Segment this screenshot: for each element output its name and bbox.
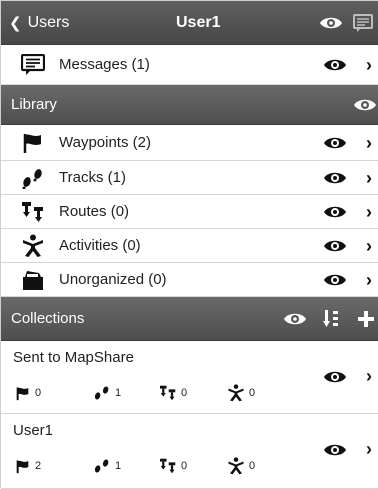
collections-header: Collections [1,297,378,341]
eye-icon[interactable] [323,272,347,288]
user-panel: ❮ Users User1 Messages (1) › Library Way… [0,0,378,489]
flag-icon [15,459,31,474]
eye-icon[interactable] [323,135,347,151]
chevron-right-icon[interactable]: › [366,439,372,460]
route-pin-icon [21,201,45,225]
flag-icon [21,132,45,156]
folder-icon [21,268,45,292]
eye-icon[interactable] [283,311,307,327]
library-item-tracks[interactable]: Tracks (1) › [1,161,378,195]
library-item-label: Waypoints (2) [59,134,151,151]
route-pin-icon [159,385,177,401]
collection-tracks-count: 1 [93,457,121,475]
flag-icon [15,386,31,401]
chevron-right-icon[interactable]: › [366,168,372,189]
person-activity-icon [227,457,245,475]
header-bar: ❮ Users User1 [1,1,378,45]
footprints-icon [93,458,111,474]
collection-routes-count: 0 [159,384,187,402]
chevron-right-icon[interactable]: › [366,366,372,387]
person-activity-icon [227,384,245,402]
eye-icon[interactable] [323,57,347,73]
add-icon[interactable] [357,310,375,328]
eye-icon[interactable] [319,15,343,31]
library-title: Library [11,96,57,113]
page-title: User1 [176,14,221,31]
messages-label: Messages (1) [59,56,150,73]
library-item-waypoints[interactable]: Waypoints (2) › [1,125,378,161]
library-item-activities[interactable]: Activities (0) › [1,229,378,263]
collection-name: User1 [13,422,54,439]
collection-waypoints-count: 0 [15,384,41,402]
route-pin-icon [159,458,177,474]
chevron-right-icon[interactable]: › [366,270,372,291]
collection-waypoints-count: 2 [15,457,41,475]
library-item-label: Unorganized (0) [59,271,167,288]
chevron-right-icon[interactable]: › [366,236,372,257]
chevron-right-icon[interactable]: › [366,133,372,154]
collection-routes-count: 0 [159,457,187,475]
message-icon[interactable] [353,14,373,33]
sort-icon[interactable] [323,309,339,329]
collection-item-user1[interactable]: User1 2 1 0 0 › [1,414,378,489]
collection-item-sent-to-mapshare[interactable]: Sent to MapShare 0 1 0 0 › [1,341,378,414]
chevron-right-icon[interactable]: › [366,55,372,76]
message-icon [21,54,45,78]
back-button[interactable]: ❮ Users [9,1,69,45]
footprints-icon [93,385,111,401]
library-header: Library [1,85,378,125]
eye-icon[interactable] [323,442,347,458]
eye-icon[interactable] [353,97,377,113]
eye-icon[interactable] [323,238,347,254]
collection-activities-count: 0 [227,384,255,402]
chevron-left-icon: ❮ [9,15,22,32]
collection-name: Sent to MapShare [13,349,134,366]
collection-tracks-count: 1 [93,384,121,402]
library-item-routes[interactable]: Routes (0) › [1,195,378,229]
eye-icon[interactable] [323,204,347,220]
eye-icon[interactable] [323,369,347,385]
library-item-label: Activities (0) [59,237,141,254]
library-item-label: Tracks (1) [59,169,126,186]
chevron-right-icon[interactable]: › [366,202,372,223]
person-activity-icon [21,234,45,258]
eye-icon[interactable] [323,170,347,186]
collection-activities-count: 0 [227,457,255,475]
library-item-unorganized[interactable]: Unorganized (0) › [1,263,378,297]
footprints-icon [21,167,45,191]
back-label: Users [27,14,70,31]
collections-title: Collections [11,310,85,327]
messages-row[interactable]: Messages (1) › [1,45,378,85]
library-item-label: Routes (0) [59,203,130,220]
